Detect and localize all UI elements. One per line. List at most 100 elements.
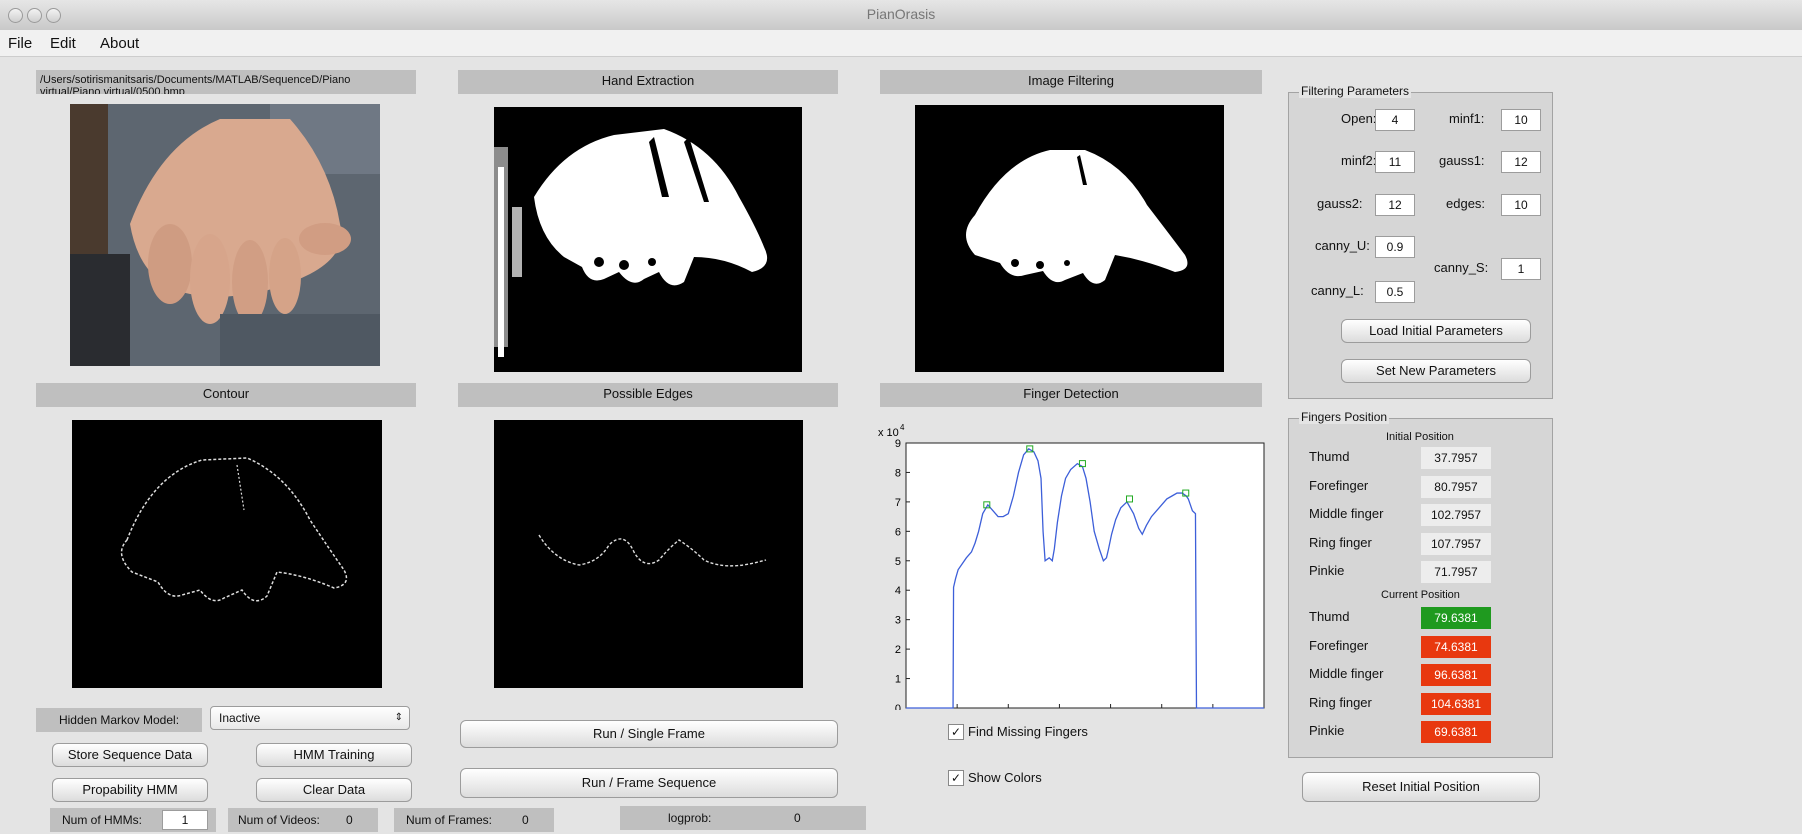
finger-name: Thumd: [1309, 449, 1350, 464]
source-path: /Users/sotirismanitsaris/Documents/MATLA…: [36, 70, 416, 94]
minf1-label: minf1:: [1449, 111, 1485, 126]
finger-detection-chart: 01002003004005006007000123456789 x 10 4: [878, 423, 1265, 710]
minf1-input[interactable]: 10: [1501, 109, 1541, 131]
canny-s-label: canny_S:: [1434, 260, 1489, 275]
hmm-select-value: Inactive: [219, 711, 261, 725]
current-position-value: 79.6381: [1421, 607, 1491, 629]
filtering-parameters-panel: Filtering Parameters Open: 4 minf1: 10 m…: [1288, 84, 1553, 399]
canny-l-input[interactable]: 0.5: [1375, 281, 1415, 303]
num-hmms-box: Num of HMMs: 1: [50, 808, 216, 832]
hand-extraction-image: [494, 107, 802, 372]
y-tick-label: 3: [895, 615, 901, 627]
app-window: PianOrasis File Edit About /Users/sotiri…: [0, 0, 1802, 834]
y-tick-label: 4: [895, 585, 901, 597]
logprob-value: 0: [794, 811, 801, 825]
num-videos-label: Num of Videos:: [238, 813, 320, 827]
num-frames-box: Num of Frames: 0: [394, 808, 554, 832]
y-tick-label: 1: [895, 674, 901, 686]
finger-name: Forefinger: [1309, 637, 1369, 653]
initial-position-value: 37.7957: [1421, 447, 1491, 469]
possible-edges-image: [494, 420, 803, 688]
store-sequence-data-button[interactable]: Store Sequence Data: [52, 743, 208, 767]
canny-s-input[interactable]: 1: [1501, 258, 1541, 280]
minf2-input[interactable]: 11: [1375, 151, 1415, 173]
y-tick-label: 6: [895, 526, 901, 538]
finger-name: Pinkie: [1309, 723, 1345, 738]
menu-bar: File Edit About: [0, 30, 1802, 57]
current-position-value: 69.6381: [1421, 721, 1491, 743]
finger-name: Middle finger: [1309, 506, 1384, 521]
contour-header: Contour: [36, 383, 416, 407]
finger-name: Thumd: [1309, 609, 1350, 624]
find-missing-fingers-label: Find Missing Fingers: [968, 724, 1088, 739]
y-tick-label: 5: [895, 556, 901, 568]
finger-name: Ring finger: [1309, 534, 1372, 550]
initial-position-value: 102.7957: [1421, 504, 1491, 526]
minf2-label: minf2:: [1341, 153, 1377, 168]
find-missing-fingers-checkbox[interactable]: ✓: [948, 724, 964, 740]
edges-label: edges:: [1446, 196, 1486, 211]
run-single-frame-button[interactable]: Run / Single Frame: [460, 720, 838, 748]
load-initial-parameters-button[interactable]: Load Initial Parameters: [1341, 319, 1531, 343]
canny-u-label: canny_U:: [1315, 238, 1370, 253]
show-colors-checkbox[interactable]: ✓: [948, 770, 964, 786]
open-input[interactable]: 4: [1375, 109, 1415, 131]
y-tick-label: 0: [895, 703, 901, 710]
open-label: Open:: [1341, 111, 1377, 126]
menu-file[interactable]: File: [8, 35, 32, 52]
clear-data-button[interactable]: Clear Data: [256, 778, 412, 802]
initial-position-value: 107.7957: [1421, 532, 1491, 555]
show-colors-label: Show Colors: [968, 770, 1042, 785]
run-frame-sequence-button[interactable]: Run / Frame Sequence: [460, 768, 838, 798]
select-arrows-icon: ⇕: [394, 712, 403, 723]
fingers-position-title: Fingers Position: [1299, 410, 1390, 424]
y-tick-label: 8: [895, 467, 901, 479]
gauss2-input[interactable]: 12: [1375, 194, 1415, 216]
chart-plot-area: [905, 442, 1265, 709]
image-filtering-image: [915, 105, 1224, 372]
hand-extraction-header: Hand Extraction: [458, 70, 838, 94]
num-hmms-input[interactable]: 1: [162, 810, 208, 830]
initial-position-value: 71.7957: [1421, 561, 1491, 583]
current-position-header: Current Position: [1381, 589, 1460, 601]
hmm-label: Hidden Markov Model:: [36, 708, 202, 732]
fingers-position-panel: Fingers Position Initial Position Thumd 3…: [1288, 410, 1553, 758]
logprob-box: logprob: 0: [620, 806, 866, 830]
finger-detection-header: Finger Detection: [880, 383, 1262, 407]
gauss1-label: gauss1:: [1439, 153, 1485, 168]
contour-image: [72, 420, 382, 688]
window-title: PianOrasis: [866, 6, 936, 22]
menu-about[interactable]: About: [100, 35, 139, 52]
camera-frame-image: [70, 104, 380, 366]
logprob-label: logprob:: [668, 811, 712, 825]
num-videos-value: 0: [346, 813, 353, 827]
current-position-value: 74.6381: [1421, 635, 1491, 658]
num-videos-box: Num of Videos: 0: [228, 808, 378, 832]
current-position-value: 96.6381: [1421, 664, 1491, 686]
image-filtering-header: Image Filtering: [880, 70, 1262, 94]
chart-exponent-power: 4: [900, 423, 905, 432]
probability-hmm-button[interactable]: Propability HMM: [52, 778, 208, 802]
finger-name: Ring finger: [1309, 694, 1372, 710]
edges-input[interactable]: 10: [1501, 194, 1541, 216]
menu-edit[interactable]: Edit: [50, 35, 76, 52]
reset-initial-position-button[interactable]: Reset Initial Position: [1302, 772, 1540, 802]
finger-name: Middle finger: [1309, 666, 1384, 681]
finger-name: Forefinger: [1309, 477, 1369, 493]
possible-edges-header: Possible Edges: [458, 383, 838, 407]
hmm-training-button[interactable]: HMM Training: [256, 743, 412, 767]
set-new-parameters-button[interactable]: Set New Parameters: [1341, 359, 1531, 383]
chart-exponent-label: x 10: [878, 427, 899, 439]
filtering-parameters-title: Filtering Parameters: [1299, 84, 1412, 98]
canny-u-input[interactable]: 0.9: [1375, 236, 1415, 258]
gauss2-label: gauss2:: [1317, 196, 1363, 211]
num-frames-value: 0: [522, 813, 529, 827]
hmm-select[interactable]: Inactive ⇕: [210, 706, 410, 730]
initial-position-header: Initial Position: [1386, 431, 1454, 443]
num-hmms-label: Num of HMMs:: [62, 813, 143, 827]
gauss1-input[interactable]: 12: [1501, 151, 1541, 173]
y-tick-label: 2: [895, 644, 901, 656]
finger-name: Pinkie: [1309, 563, 1345, 578]
canny-l-label: canny_L:: [1311, 283, 1364, 298]
initial-position-value: 80.7957: [1421, 475, 1491, 498]
